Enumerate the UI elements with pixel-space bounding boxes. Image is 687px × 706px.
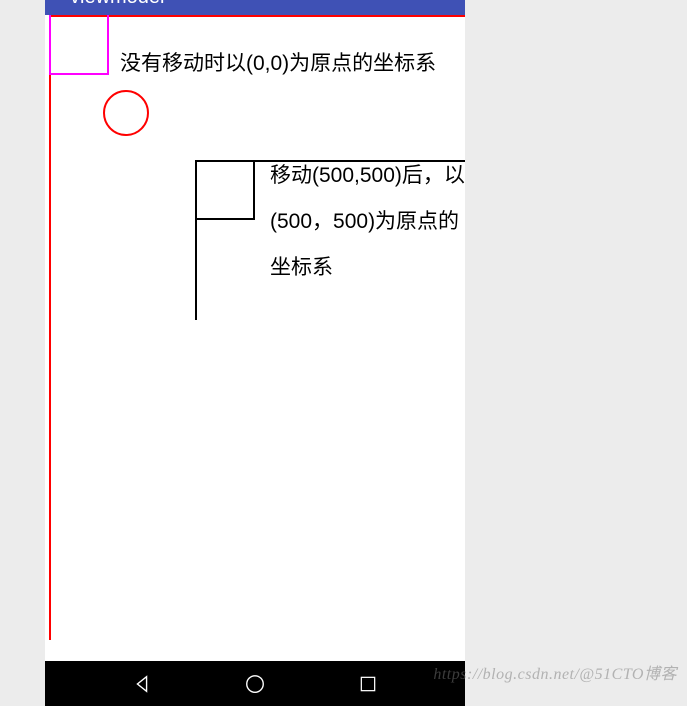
back-icon[interactable] bbox=[130, 672, 154, 696]
origin-square bbox=[49, 15, 109, 75]
phone-frame: viewmodel 没有移动时以(0,0)为原点的坐标系 移动(500,500)… bbox=[45, 0, 465, 706]
translated-square bbox=[195, 160, 255, 220]
red-circle-marker bbox=[103, 90, 149, 136]
origin-label: 没有移动时以(0,0)为原点的坐标系 bbox=[120, 47, 455, 81]
app-bar: viewmodel bbox=[45, 0, 465, 15]
home-icon[interactable] bbox=[243, 672, 267, 696]
canvas-area: 没有移动时以(0,0)为原点的坐标系 移动(500,500)后，以(500，50… bbox=[45, 15, 465, 640]
watermark-url: https://blog.csdn.net/@51CTO博客 bbox=[433, 660, 677, 684]
recents-icon[interactable] bbox=[356, 672, 380, 696]
origin-x-axis bbox=[49, 15, 465, 17]
origin-y-axis bbox=[49, 15, 51, 640]
translated-label: 移动(500,500)后，以(500，500)为原点的坐标系 bbox=[270, 153, 470, 292]
android-nav-bar bbox=[45, 661, 465, 706]
app-title: viewmodel bbox=[70, 0, 164, 9]
